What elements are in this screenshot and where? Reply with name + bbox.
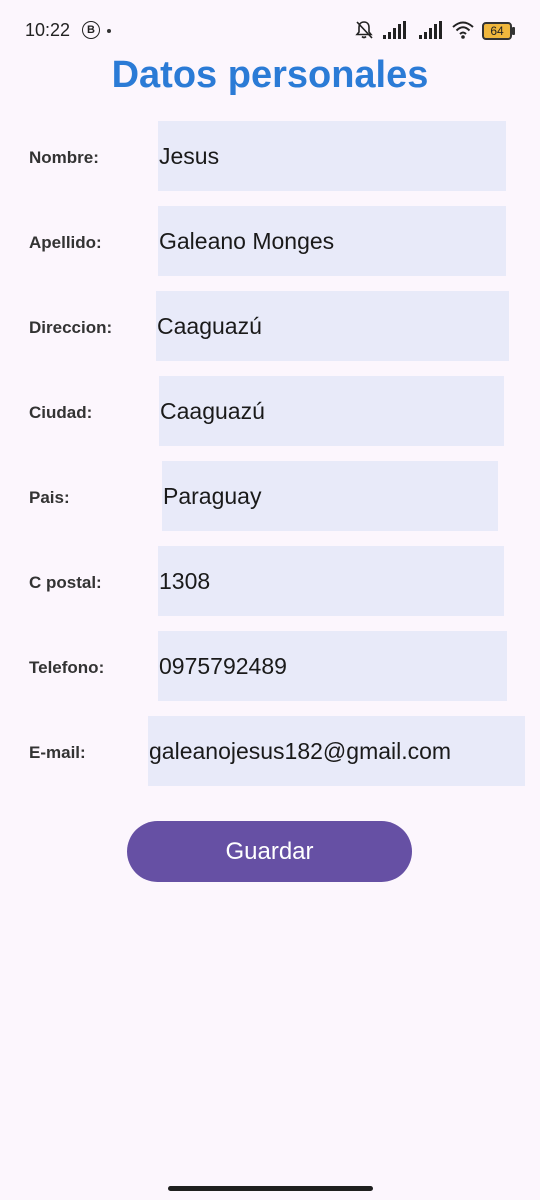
home-indicator[interactable] — [168, 1186, 373, 1191]
ciudad-label: Ciudad: — [29, 403, 93, 422]
nombre-input[interactable] — [158, 121, 506, 191]
wifi-icon — [452, 21, 474, 39]
ciudad-input[interactable] — [159, 376, 504, 446]
direccion-input[interactable] — [156, 291, 509, 361]
notification-badge-icon: B — [82, 21, 100, 39]
notification-dot-icon — [107, 29, 111, 33]
pais-label: Pais: — [29, 488, 70, 507]
battery-icon: 64 — [482, 22, 515, 40]
page-title: Datos personales — [111, 54, 429, 96]
pais-input[interactable] — [162, 461, 498, 531]
status-bar: 10:22 B 64 — [0, 0, 540, 60]
direccion-label: Direccion: — [29, 318, 113, 337]
nombre-label: Nombre: — [29, 148, 99, 167]
cpostal-label: C postal: — [29, 573, 102, 592]
email-input[interactable] — [148, 716, 525, 786]
battery-level: 64 — [490, 24, 504, 38]
signal-icon — [383, 21, 406, 39]
save-button[interactable]: Guardar — [127, 821, 412, 882]
cpostal-input[interactable] — [158, 546, 504, 616]
status-time: 10:22 — [25, 20, 71, 40]
apellido-label: Apellido: — [29, 233, 102, 252]
telefono-label: Telefono: — [29, 658, 105, 677]
signal-icon — [419, 21, 442, 39]
telefono-input[interactable] — [158, 631, 507, 701]
apellido-input[interactable] — [158, 206, 506, 276]
bell-muted-icon — [355, 21, 373, 39]
email-label: E-mail: — [29, 743, 86, 762]
